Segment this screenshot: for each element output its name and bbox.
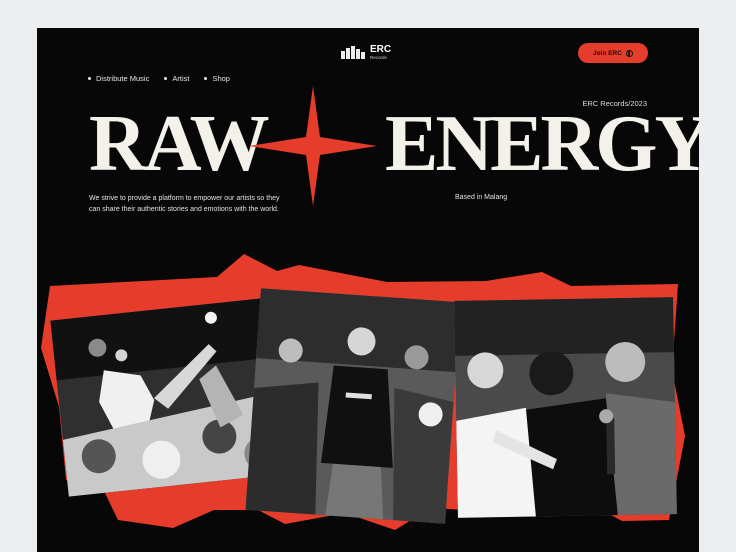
bullet-icon [88,77,91,80]
concert-photo-stage-dive [50,298,280,497]
four-point-star-icon [249,86,377,206]
nav-item-artist[interactable]: Artist [164,74,189,83]
nav-label: Shop [212,74,230,83]
join-label: Join ERC [593,49,622,57]
concert-photo-crowd [245,288,461,524]
globe-icon [625,49,633,57]
stage-dive-scene [50,298,280,497]
bullet-icon [204,77,208,80]
join-erc-button[interactable]: Join ERC [578,43,648,63]
bullet-icon [164,77,168,80]
main-nav: Distribute Music Artist Shop [88,74,230,83]
nav-item-distribute-music[interactable]: Distribute Music [88,74,149,83]
nav-item-shop[interactable]: Shop [204,74,230,83]
photo-collage [37,248,699,552]
brand-wordmark: ERC Records [370,45,391,61]
brand-title: ERC [370,44,392,55]
crowd-scene [245,288,461,524]
location-label: Based in Malang [455,194,508,201]
brand-subtitle: Records [370,55,387,60]
mission-statement: We strive to provide a platform to empow… [89,195,280,213]
brand-logo[interactable]: ERC Records [341,45,391,61]
erc-logo-icon [341,46,365,60]
headline-raw: RAW [89,100,270,188]
singers-scene [454,297,677,518]
nav-label: Distribute Music [96,74,150,83]
headline-energy: ENERGY [385,100,699,188]
nav-label: Artist [172,74,190,83]
concert-photo-singers [454,297,677,518]
landing-page: Distribute Music Artist Shop ERC Records… [37,28,699,552]
